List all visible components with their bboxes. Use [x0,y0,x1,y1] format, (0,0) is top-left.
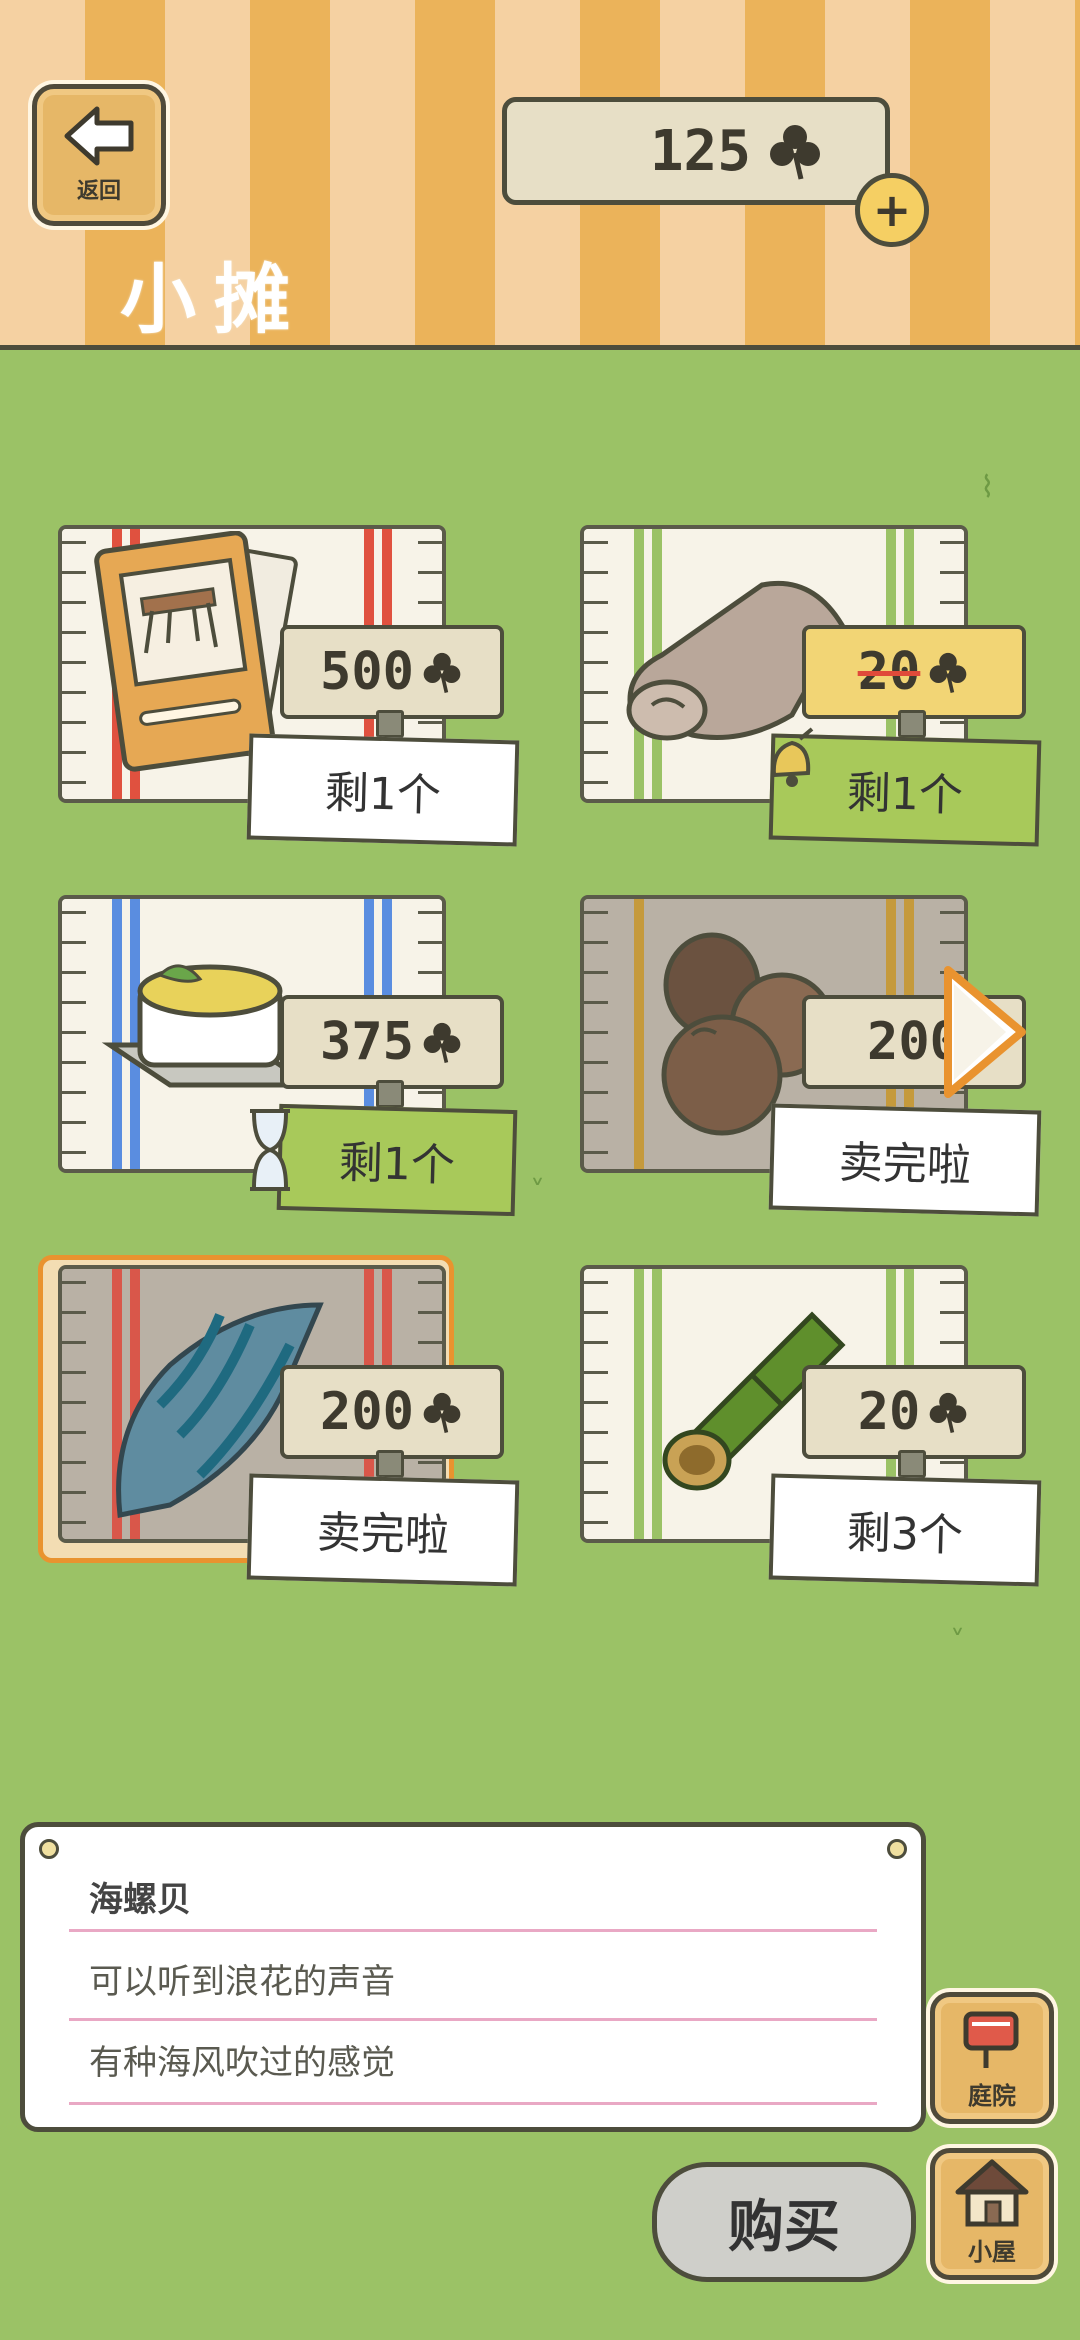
stock-status: 剩3个 [768,1473,1042,1587]
price-tag: 20 [802,1365,1026,1459]
stock-status: 卖完啦 [246,1473,520,1587]
clover-icon [929,1392,967,1433]
stock-status: 剩1个 [276,1103,518,1217]
shop-slot-2[interactable]: 20 剩1个 [552,525,1042,847]
stock-status: 卖完啦 [768,1103,1042,1217]
back-button[interactable]: 返回 [32,84,166,226]
house-button-label: 小屋 [968,2238,1016,2266]
grass-decoration: ˬ [530,1150,545,1185]
page-title: 小摊 [120,255,308,344]
price-tag: 20 [802,625,1026,719]
shop-slot-6[interactable]: 20 剩3个 [552,1265,1042,1587]
price-tag: 200 [280,1365,504,1459]
clover-icon [770,125,820,180]
house-icon [955,2159,1029,2227]
currency-amount: 125 [649,118,751,184]
price-tag: 375 [280,995,504,1089]
stock-status-text: 剩3个 [846,1507,964,1562]
hourglass-icon [250,1109,290,1191]
shop-slot-5[interactable]: 200 卖完啦 [30,1265,520,1587]
currency-display: 125 [502,97,890,205]
item-description-line-2: 有种海风吹过的感觉 [89,2043,395,2083]
item-description-line-1: 可以听到浪花的声音 [89,1962,395,2002]
shop-slot-3[interactable]: 375 剩1个 [30,895,518,1217]
yard-button[interactable]: 庭院 [930,1992,1054,2124]
clover-icon [423,652,461,693]
yard-button-label: 庭院 [968,2082,1016,2110]
price-value: 20 [857,642,921,702]
mailbox-icon [963,2011,1019,2068]
price-value: 500 [320,642,414,702]
house-button[interactable]: 小屋 [930,2148,1054,2280]
price-value: 200 [320,1382,414,1442]
back-button-label: 返回 [76,179,121,204]
stock-status: 剩1个 [246,733,520,847]
buy-button[interactable]: 购买 [652,2162,916,2282]
shop-slot-4[interactable]: 200 卖完啦 [552,895,1042,1217]
add-currency-button[interactable]: + [855,173,929,247]
stock-status-text: 剩1个 [846,767,964,822]
stock-status-text: 卖完啦 [838,1137,972,1192]
bell-icon [771,727,814,787]
grass-decoration: ˬ [950,1600,965,1635]
grass-decoration: ⌇ [980,470,995,505]
item-name: 海螺贝 [89,1880,191,1920]
back-arrow-icon [64,106,134,166]
price-value: 20 [857,1382,921,1442]
clover-icon [423,1392,461,1433]
stock-status-text: 剩1个 [324,767,442,822]
stock-status-text: 剩1个 [338,1137,456,1192]
price-tag: 500 [280,625,504,719]
clover-icon [929,652,967,693]
stock-status-text: 卖完啦 [316,1507,450,1562]
next-page-arrow-icon[interactable] [940,962,1030,1102]
price-value: 375 [320,1012,414,1072]
shop-slot-1[interactable]: 500 剩1个 [30,525,520,847]
clover-icon [423,1022,461,1063]
item-description-panel: 海螺贝 可以听到浪花的声音 有种海风吹过的感觉 [20,1822,926,2132]
